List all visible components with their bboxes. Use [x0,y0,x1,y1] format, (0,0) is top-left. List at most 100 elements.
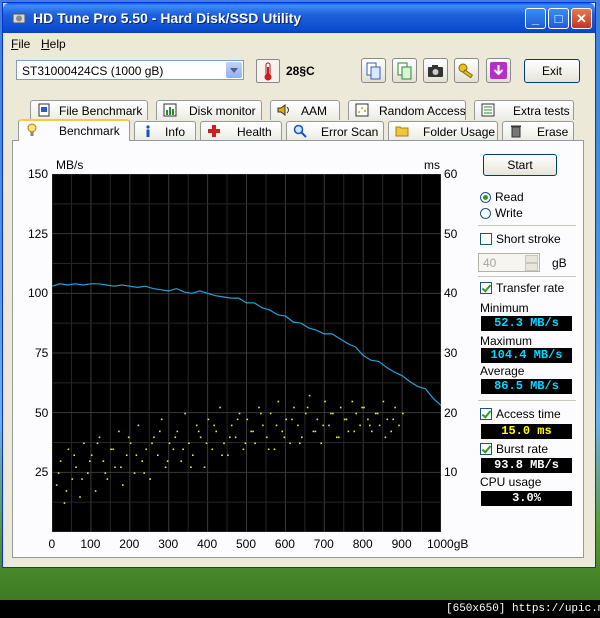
access-time-point [75,466,77,468]
access-time-point [301,436,303,439]
access-time-point [199,436,202,439]
tab-health[interactable]: Health [200,121,282,141]
tab-extra-tests[interactable]: Extra tests [474,100,574,120]
trash-icon [511,125,521,138]
cpu-usage-label: CPU usage [480,475,542,489]
tab-aam[interactable]: AAM [270,100,340,120]
tab-random-access[interactable]: Random Access [348,100,466,120]
close-button[interactable]: ✕ [571,8,592,29]
access-time-point [363,406,365,409]
y2-tick-label: 50 [444,226,458,241]
tab-file-benchmark[interactable]: File Benchmark [30,100,148,120]
write-radio[interactable] [480,208,491,219]
tab-info[interactable]: Info [134,121,196,141]
start-button[interactable]: Start [483,154,557,176]
transfer-rate-label: Transfer rate [496,281,565,295]
copy-text-button[interactable] [361,58,386,83]
temperature-readout: 28§C [286,64,315,78]
short-stroke-label: Short stroke [496,232,561,246]
access-time-point [402,412,404,415]
save-download-icon [490,62,507,79]
access-time-point [79,496,81,498]
access-time-point [242,448,245,451]
tab-folder-usage[interactable]: Folder Usage [388,121,498,141]
y2-axis-unit-label: ms [424,158,440,172]
screenshot-camera-icon [428,65,443,77]
access-time-point [299,442,301,445]
tab-erase[interactable]: Erase [502,121,574,141]
title-bar[interactable]: HD Tune Pro 5.50 - Hard Disk/SSD Utility… [3,3,595,33]
access-time-point [195,424,198,427]
x-tick-label: 1000gB [427,537,469,551]
access-time-point [306,406,309,409]
access-time-point [337,436,340,439]
access-time-point [361,406,363,409]
random-access-icon [355,103,369,117]
access-time-point [328,424,330,427]
minimize-button[interactable]: _ [525,8,546,29]
access-time-point [168,442,171,445]
access-time-point [398,424,400,427]
access-time-point [260,412,262,415]
access-time-point [367,418,369,421]
spin-up-icon[interactable] [525,255,538,263]
access-time-point [244,442,247,445]
menu-file[interactable]: File [11,37,30,51]
save-download-button[interactable] [486,58,511,83]
menu-help[interactable]: Help [41,37,66,51]
options-button[interactable] [454,58,479,83]
short-stroke-checkbox[interactable] [480,233,492,245]
access-time-point [102,460,105,462]
y-tick-label: 25 [35,465,49,480]
access-time-point [172,448,175,451]
access-time-point [114,466,116,468]
access-time-point [133,472,136,474]
x-tick-label: 400 [197,537,218,551]
image-caption: [650x650] https://upic.me/ [446,603,600,615]
access-time-point [369,424,371,427]
access-time-point [174,436,177,439]
access-time-point [285,418,287,421]
drive-select[interactable]: ST31000424CS (1000 gB) [16,60,244,80]
access-time-checkbox[interactable] [480,408,492,420]
health-cross-icon [208,125,220,137]
copy-info-button[interactable] [392,58,417,83]
read-radio[interactable] [480,192,491,203]
magnifier-icon [293,124,307,138]
access-time-point [384,436,387,439]
short-stroke-value: 40 [483,256,497,270]
y-tick-label: 150 [28,167,49,181]
access-time-point [273,448,276,451]
tab-benchmark[interactable]: Benchmark [18,119,130,141]
screenshot-button[interactable] [423,58,448,83]
access-time-point [203,466,206,468]
access-time-point [345,418,348,421]
short-stroke-unit: gB [552,256,567,270]
transfer-rate-checkbox[interactable] [480,282,492,294]
spin-down-icon[interactable] [525,263,538,271]
access-time-point [353,430,356,433]
access-time-point [57,472,60,474]
access-time-point [312,430,315,433]
access-time-point [392,418,394,421]
short-stroke-spinner[interactable]: 40 [478,253,540,272]
access-time-point [71,478,74,480]
exit-button[interactable]: Exit [524,59,580,83]
access-time-point [143,472,145,474]
minimum-label: Minimum [480,301,529,315]
access-time-point [159,430,161,433]
access-time-point [73,454,75,456]
access-time-point [359,424,361,427]
y-tick-label: 100 [28,286,49,301]
access-time-point [376,412,379,415]
access-time-point [304,412,307,415]
burst-rate-checkbox[interactable] [480,443,492,455]
access-time-point [207,418,210,421]
chevron-down-icon[interactable] [226,62,242,78]
access-time-point [137,424,140,427]
tab-disk-monitor[interactable]: Disk monitor [156,100,262,120]
access-time-point [67,448,70,451]
maximize-button[interactable]: □ [548,8,569,29]
thermometer-icon [256,59,280,83]
tab-error-scan[interactable]: Error Scan [286,121,384,141]
